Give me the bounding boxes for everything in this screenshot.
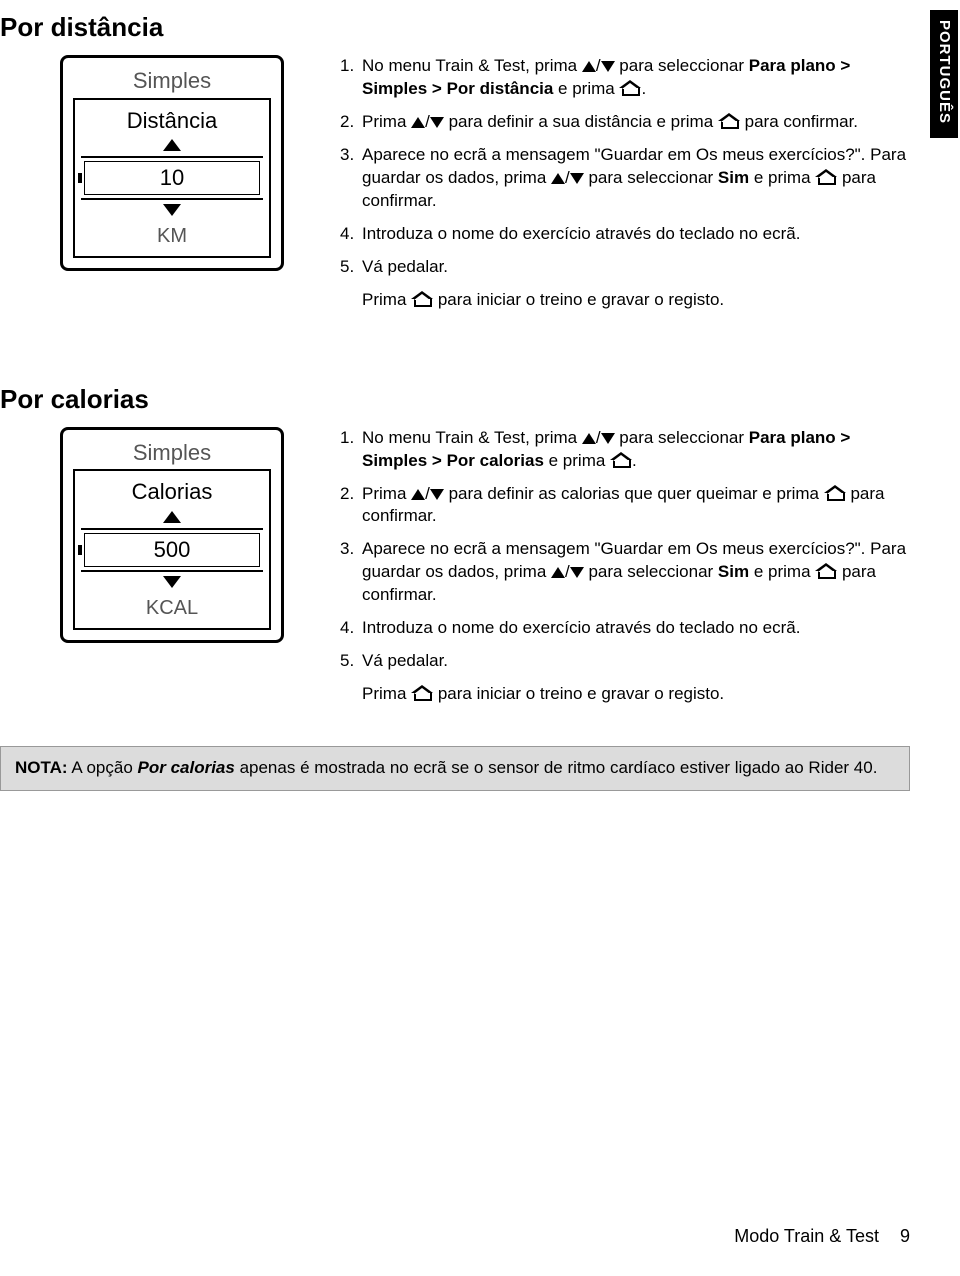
triangle-up-icon bbox=[75, 137, 269, 154]
home-icon bbox=[619, 82, 641, 96]
triangle-down-icon bbox=[601, 433, 615, 444]
page-footer: Modo Train & Test 9 bbox=[734, 1224, 910, 1248]
step-2: Prima / para definir as calorias que que… bbox=[340, 483, 910, 529]
device-value-text: 10 bbox=[160, 165, 184, 190]
text: para iniciar o treino e gravar o registo… bbox=[433, 290, 724, 309]
home-icon bbox=[815, 565, 837, 579]
text: e prima bbox=[749, 562, 815, 581]
text: para seleccionar bbox=[615, 428, 749, 447]
steps-column: No menu Train & Test, prima / para selec… bbox=[340, 55, 910, 321]
text: para definir a sua distância e prima bbox=[444, 112, 718, 131]
text: Prima bbox=[362, 484, 411, 503]
triangle-down-icon bbox=[75, 574, 269, 591]
steps-list-calories: No menu Train & Test, prima / para selec… bbox=[340, 427, 910, 673]
device-value-frame: 10 bbox=[81, 156, 263, 200]
text: e prima bbox=[544, 451, 610, 470]
step-1: No menu Train & Test, prima / para selec… bbox=[340, 427, 910, 473]
device-panel: Calorias 500 KCAL bbox=[73, 469, 271, 629]
step-5-sub: Prima para iniciar o treino e gravar o r… bbox=[340, 289, 910, 312]
device-top-label: Simples bbox=[73, 438, 271, 468]
triangle-up-icon bbox=[582, 433, 596, 444]
text: Prima bbox=[362, 290, 411, 309]
step-1: No menu Train & Test, prima / para selec… bbox=[340, 55, 910, 101]
device-column: Simples P Calorias 500 KCAL bbox=[0, 427, 300, 643]
device-panel: Distância 10 KM bbox=[73, 98, 271, 258]
text: para seleccionar bbox=[584, 168, 718, 187]
step-4: Introduza o nome do exercício através do… bbox=[340, 223, 910, 246]
step-2: Prima / para definir a sua distância e p… bbox=[340, 111, 910, 134]
home-icon bbox=[411, 293, 433, 307]
triangle-up-icon bbox=[411, 489, 425, 500]
steps-column: No menu Train & Test, prima / para selec… bbox=[340, 427, 910, 716]
section-calories: Por calorias Simples P Calorias 500 bbox=[0, 382, 910, 716]
text: . bbox=[641, 79, 646, 98]
section-distance-row: Simples P Distância 10 KM bbox=[0, 55, 910, 321]
triangle-up-icon bbox=[411, 117, 425, 128]
text: . bbox=[632, 451, 637, 470]
step-5-sub: Prima para iniciar o treino e gravar o r… bbox=[340, 683, 910, 706]
text: Prima bbox=[362, 684, 411, 703]
step-3: Aparece no ecrã a mensagem "Guardar em O… bbox=[340, 144, 910, 213]
home-icon bbox=[815, 171, 837, 185]
device-panel-title: Distância bbox=[75, 104, 269, 138]
triangle-up-icon bbox=[551, 567, 565, 578]
device-unit: KCAL bbox=[75, 595, 269, 622]
step-4: Introduza o nome do exercício através do… bbox=[340, 617, 910, 640]
triangle-down-icon bbox=[430, 117, 444, 128]
triangle-up-icon bbox=[551, 173, 565, 184]
home-icon bbox=[411, 687, 433, 701]
triangle-up-icon bbox=[75, 509, 269, 526]
device-screen-distance: Simples P Distância 10 KM bbox=[60, 55, 284, 271]
text: No menu Train & Test, prima bbox=[362, 428, 582, 447]
device-unit: KM bbox=[75, 223, 269, 250]
note-text-b: apenas é mostrada no ecrã se o sensor de… bbox=[235, 758, 878, 777]
tick-mark bbox=[78, 545, 82, 555]
triangle-down-icon bbox=[601, 61, 615, 72]
text: Prima bbox=[362, 112, 411, 131]
home-icon bbox=[824, 487, 846, 501]
text: e prima bbox=[749, 168, 815, 187]
step-5: Vá pedalar. bbox=[340, 650, 910, 673]
note-text-a: A opção bbox=[68, 758, 138, 777]
note-box: NOTA: A opção Por calorias apenas é most… bbox=[0, 746, 910, 791]
footer-section: Modo Train & Test bbox=[734, 1226, 879, 1246]
triangle-down-icon bbox=[430, 489, 444, 500]
device-value-text: 500 bbox=[154, 537, 191, 562]
text: para definir as calorias que quer queima… bbox=[444, 484, 824, 503]
triangle-up-icon bbox=[582, 61, 596, 72]
device-screen-calories: Simples P Calorias 500 KCAL bbox=[60, 427, 284, 643]
triangle-down-icon bbox=[570, 173, 584, 184]
note-italic: Por calorias bbox=[138, 758, 235, 777]
text: para confirmar. bbox=[740, 112, 858, 131]
text: No menu Train & Test, prima bbox=[362, 56, 582, 75]
step-3: Aparece no ecrã a mensagem "Guardar em O… bbox=[340, 538, 910, 607]
steps-list-distance: No menu Train & Test, prima / para selec… bbox=[340, 55, 910, 279]
section-title-calories: Por calorias bbox=[0, 382, 910, 417]
bold-sim: Sim bbox=[718, 562, 749, 581]
device-value: 500 bbox=[84, 533, 260, 567]
text: para iniciar o treino e gravar o registo… bbox=[433, 684, 724, 703]
device-column: Simples P Distância 10 KM bbox=[0, 55, 300, 271]
bold-sim: Sim bbox=[718, 168, 749, 187]
tick-mark bbox=[78, 173, 82, 183]
section-calories-row: Simples P Calorias 500 KCAL bbox=[0, 427, 910, 716]
home-icon bbox=[610, 454, 632, 468]
device-value-frame: 500 bbox=[81, 528, 263, 572]
step-5: Vá pedalar. bbox=[340, 256, 910, 279]
triangle-down-icon bbox=[570, 567, 584, 578]
footer-page-number: 9 bbox=[900, 1226, 910, 1246]
text: e prima bbox=[553, 79, 619, 98]
section-title-distance: Por distância bbox=[0, 10, 910, 45]
triangle-down-icon bbox=[75, 202, 269, 219]
text: para seleccionar bbox=[584, 562, 718, 581]
device-value: 10 bbox=[84, 161, 260, 195]
language-tab: PORTUGUÊS bbox=[930, 10, 958, 138]
home-icon bbox=[718, 115, 740, 129]
device-panel-title: Calorias bbox=[75, 475, 269, 509]
text: para seleccionar bbox=[615, 56, 749, 75]
note-label: NOTA: bbox=[15, 758, 68, 777]
device-top-label: Simples bbox=[73, 66, 271, 96]
